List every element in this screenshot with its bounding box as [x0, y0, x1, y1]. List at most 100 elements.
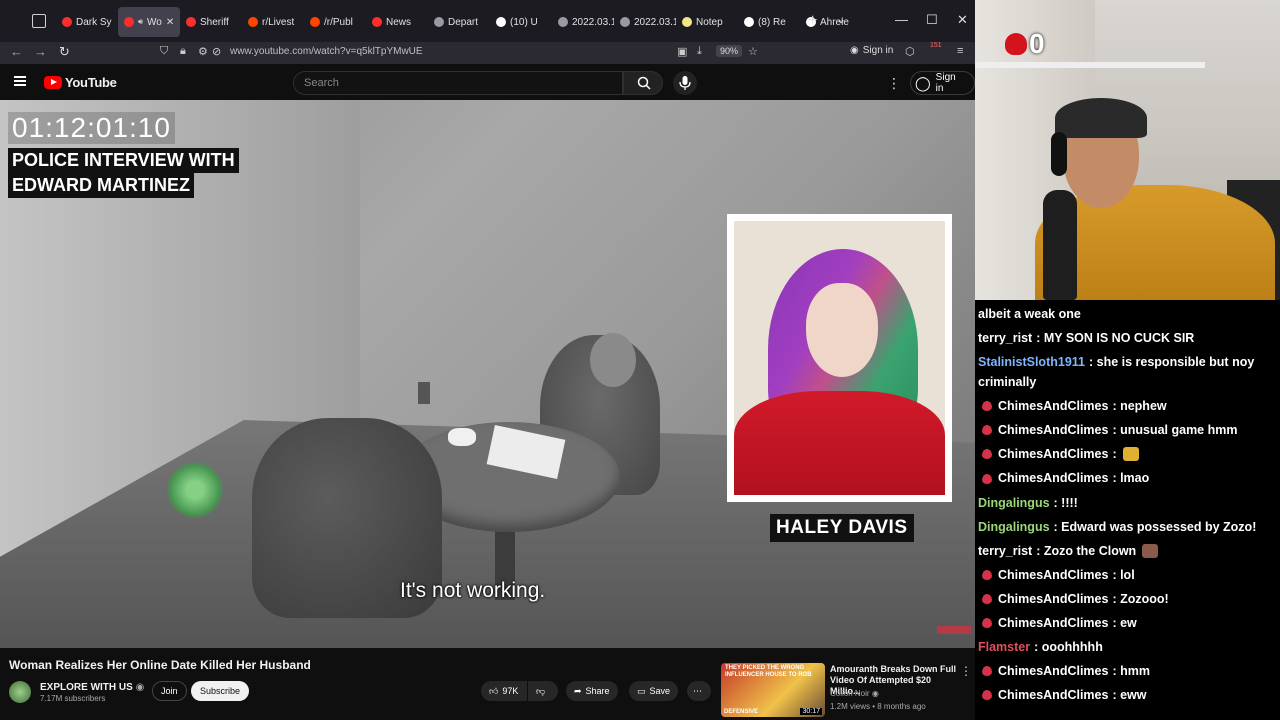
recommended-channel[interactable]: Colion Noir ◉: [830, 689, 879, 698]
voice-search-button[interactable]: [673, 71, 697, 95]
video-detective-head: [590, 333, 636, 387]
tab-favicon-icon: [558, 17, 568, 27]
permissions-icon[interactable]: ⚙: [198, 45, 208, 58]
youtube-header: YouTube Search ⋮ ◯ Sign in: [0, 64, 975, 100]
chat-message: ChimesAndClimes: eww: [978, 683, 1280, 707]
recommended-thumbnail[interactable]: THEY PICKED THE WRONG INFLUENCER HOUSE T…: [721, 663, 825, 717]
more-actions-button[interactable]: ⋯: [687, 681, 711, 701]
settings-more-icon[interactable]: ⋮: [887, 75, 901, 92]
tab-overview-icon[interactable]: [32, 14, 46, 28]
bookmark-star-icon[interactable]: ☆: [748, 45, 758, 58]
maximize-icon[interactable]: ☐: [926, 12, 938, 28]
recommended-thumbnail-text: THEY PICKED THE WRONG INFLUENCER HOUSE T…: [725, 665, 812, 678]
browser-tab[interactable]: 2022.03.17: [552, 7, 614, 37]
tab-favicon-icon: [744, 17, 754, 27]
tab-label: News: [386, 16, 412, 28]
chat-message: ChimesAndClimes:: [978, 442, 1280, 466]
browser-sign-in[interactable]: ◉ Sign in: [850, 45, 893, 56]
chat-username[interactable]: terry_rist: [978, 326, 1032, 350]
minimize-icon[interactable]: —: [895, 12, 908, 27]
chat-message: Dingalingus: !!!!: [978, 491, 1280, 515]
forward-icon[interactable]: →: [34, 44, 47, 59]
banner-line-1: POLICE INTERVIEW WITH: [8, 148, 239, 173]
picture-in-picture-icon[interactable]: ▣: [677, 45, 687, 58]
new-tab-icon[interactable]: +: [808, 12, 817, 30]
muted-icon[interactable]: ⊘: [212, 45, 221, 58]
dislike-button[interactable]: 👎︎: [528, 681, 558, 701]
back-icon[interactable]: ←: [10, 44, 23, 59]
menu-icon[interactable]: [14, 76, 26, 86]
chat-message: ChimesAndClimes: hmm: [978, 659, 1280, 683]
share-button[interactable]: ➦ Share: [566, 681, 618, 701]
stream-chat: albeit a weak one terry_rist: MY SON IS N…: [975, 300, 1280, 720]
browser-tab[interactable]: 🔊︎ Wo ✕: [118, 7, 180, 37]
browser-menu-icon[interactable]: ≡: [957, 45, 963, 57]
browser-tab[interactable]: Sheriff: [180, 7, 242, 37]
chevron-down-icon[interactable]: ⌄: [836, 12, 846, 26]
search-button[interactable]: [623, 71, 663, 95]
chat-username[interactable]: ChimesAndClimes: [998, 683, 1108, 707]
chat-message: albeit a weak one: [978, 302, 1280, 326]
like-button[interactable]: 👍︎ 97K: [481, 681, 527, 701]
subscribe-button[interactable]: Subscribe: [191, 681, 250, 701]
zoom-level[interactable]: 90%: [716, 45, 743, 57]
tab-label: Sheriff: [200, 16, 229, 28]
browser-tab[interactable]: Dark Sy: [56, 7, 118, 37]
chat-message: ChimesAndClimes: lmao: [978, 466, 1280, 490]
tab-favicon-icon: [620, 17, 630, 27]
heart-badge-icon: [982, 401, 992, 412]
nav-bar: ← → ↻ ⛉ 🔒︎ ⚙ ⊘ www.youtube.com/watch?v=q…: [0, 42, 975, 64]
reload-icon[interactable]: ↻: [59, 44, 70, 60]
youtube-sign-in-button[interactable]: ◯ Sign in: [910, 71, 975, 95]
extension-badge[interactable]: 151: [930, 42, 942, 49]
chat-username[interactable]: StalinistSloth1911: [978, 355, 1085, 369]
browser-tab[interactable]: Depart: [428, 7, 490, 37]
chat-text: : Zozooo!: [1112, 591, 1169, 606]
save-icon: ▭: [637, 686, 646, 696]
portrait-photo: [734, 221, 945, 495]
lock-icon[interactable]: 🔒︎: [180, 45, 186, 58]
url-field[interactable]: www.youtube.com/watch?v=q5klTpYMwUE: [230, 46, 423, 57]
save-button[interactable]: ▭ Save: [629, 681, 679, 701]
channel-name[interactable]: EXPLORE WITH US ◉: [40, 682, 144, 693]
video-timecode: 01:12:01:10: [8, 112, 175, 144]
extensions-icon[interactable]: ⬡: [905, 45, 915, 58]
join-button[interactable]: Join: [152, 681, 187, 701]
browser-tab[interactable]: (10) U: [490, 7, 552, 37]
chat-username[interactable]: ChimesAndClimes: [998, 587, 1108, 611]
close-window-icon[interactable]: ✕: [957, 12, 968, 28]
download-icon[interactable]: ⤓: [697, 45, 702, 58]
wolf-logo-icon: [167, 460, 223, 520]
browser-tab[interactable]: /r/Publ: [304, 7, 366, 37]
close-tab-icon[interactable]: ✕: [166, 17, 174, 28]
browser-tab[interactable]: Notep: [676, 7, 738, 37]
speaker-icon[interactable]: 🔊︎: [138, 17, 143, 27]
video-title-banner: POLICE INTERVIEW WITH EDWARD MARTINEZ: [8, 148, 239, 198]
chat-username[interactable]: Flamster: [978, 635, 1030, 659]
heart-badge-icon: [982, 593, 992, 604]
search-input[interactable]: Search: [293, 71, 623, 95]
chat-username[interactable]: terry_rist: [978, 539, 1032, 563]
browser-tab[interactable]: News: [366, 7, 428, 37]
browser-tab[interactable]: r/Livest: [242, 7, 304, 37]
chat-username[interactable]: ChimesAndClimes: [998, 418, 1108, 442]
recommended-menu-icon[interactable]: ⋮: [960, 664, 972, 678]
chat-username[interactable]: ChimesAndClimes: [998, 611, 1108, 635]
shield-icon[interactable]: ⛉: [160, 45, 168, 58]
browser-tab[interactable]: (8) Re: [738, 7, 800, 37]
video-cup: [448, 428, 476, 446]
channel-avatar[interactable]: [9, 681, 31, 703]
chat-username[interactable]: Dingalingus: [978, 491, 1050, 515]
tab-label: r/Livest: [262, 16, 295, 28]
chat-username[interactable]: ChimesAndClimes: [998, 466, 1108, 490]
chat-text: : nephew: [1112, 399, 1167, 414]
chat-username[interactable]: ChimesAndClimes: [998, 442, 1108, 466]
youtube-logo[interactable]: YouTube: [44, 75, 117, 90]
recommended-duration: 30:17: [800, 708, 822, 715]
chat-username[interactable]: ChimesAndClimes: [998, 563, 1108, 587]
browser-tab[interactable]: 2022.03.17: [614, 7, 676, 37]
chat-username[interactable]: ChimesAndClimes: [998, 659, 1108, 683]
chat-username[interactable]: Dingalingus: [978, 515, 1050, 539]
chat-username[interactable]: ChimesAndClimes: [998, 394, 1108, 418]
youtube-play-icon: [44, 76, 62, 89]
